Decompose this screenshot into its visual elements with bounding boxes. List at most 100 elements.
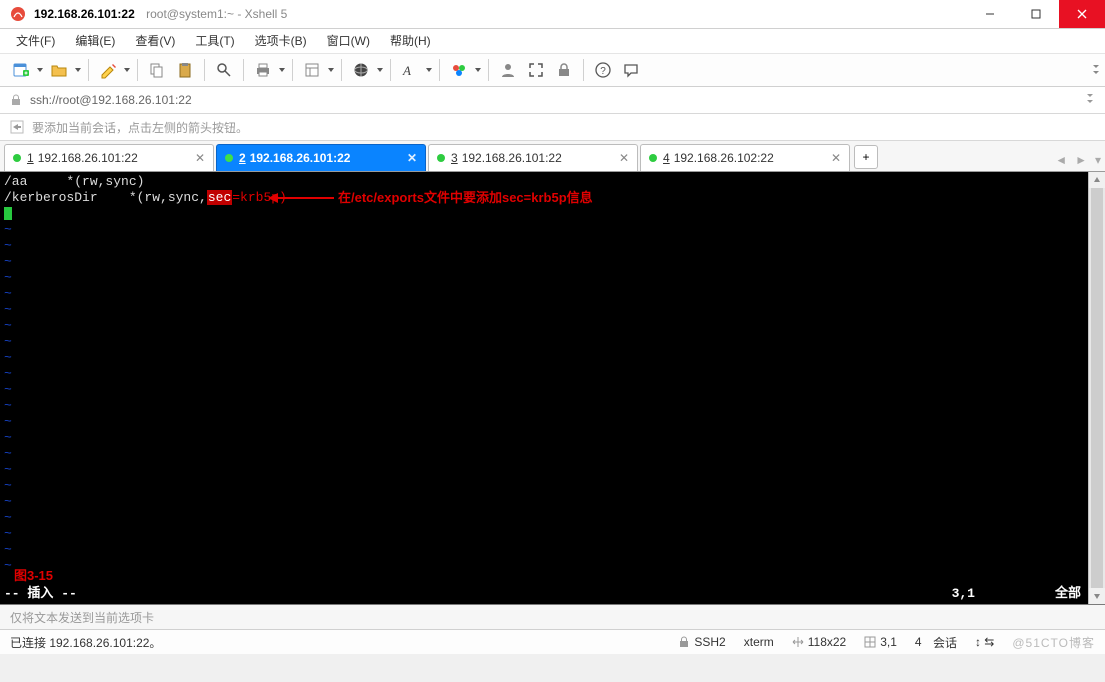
toolbar-separator xyxy=(292,59,293,81)
tab-close-button[interactable]: ✕ xyxy=(619,151,631,163)
status-up-button[interactable]: ↕ ⇆ xyxy=(975,635,994,649)
status-size: 118x22 xyxy=(792,635,846,649)
properties-dropdown[interactable] xyxy=(327,68,335,72)
properties-button[interactable] xyxy=(299,57,325,83)
address-url: ssh://root@192.168.26.101:22 xyxy=(30,93,192,107)
maximize-button[interactable] xyxy=(1013,0,1059,28)
close-button[interactable] xyxy=(1059,0,1105,28)
tilde-line: ~ xyxy=(4,558,12,573)
menu-help[interactable]: 帮助(H) xyxy=(380,29,441,53)
menu-view[interactable]: 查看(V) xyxy=(125,29,185,53)
terminal-content[interactable]: /aa *(rw,sync) /kerberosDir *(rw,sync,se… xyxy=(0,172,291,576)
terminal-view[interactable]: /aa *(rw,sync) /kerberosDir *(rw,sync,se… xyxy=(0,172,1105,605)
tab-close-button[interactable]: ✕ xyxy=(407,151,419,163)
scroll-thumb[interactable] xyxy=(1091,188,1103,588)
chat-button[interactable] xyxy=(618,57,644,83)
toolbar-separator xyxy=(439,59,440,81)
tab-label: 192.168.26.101:22 xyxy=(250,151,351,165)
tilde-line: ~ xyxy=(4,222,12,237)
svg-text:A: A xyxy=(402,63,411,78)
new-tab-button[interactable]: + xyxy=(854,145,878,169)
encoding-dropdown[interactable] xyxy=(376,68,384,72)
find-button[interactable] xyxy=(211,57,237,83)
tilde-line: ~ xyxy=(4,238,12,253)
session-tab-2[interactable]: 2 192.168.26.101:22 ✕ xyxy=(216,144,426,171)
font-dropdown[interactable] xyxy=(425,68,433,72)
menu-bar: 文件(F) 编辑(E) 查看(V) 工具(T) 选项卡(B) 窗口(W) 帮助(… xyxy=(0,29,1105,54)
scroll-down-button[interactable] xyxy=(1089,588,1105,604)
tab-label: 192.168.26.101:22 xyxy=(38,151,138,165)
tab-list-button[interactable]: ▾ xyxy=(1095,153,1101,167)
hint-bar: 要添加当前会话，点击左侧的箭头按钮。 xyxy=(0,114,1105,141)
print-button[interactable] xyxy=(250,57,276,83)
app-icon xyxy=(10,6,26,22)
color-button[interactable] xyxy=(446,57,472,83)
hint-text: 要添加当前会话，点击左侧的箭头按钮。 xyxy=(32,119,248,136)
svg-text:?: ? xyxy=(600,66,606,77)
tab-index: 3 xyxy=(451,151,458,165)
toolbar-overflow[interactable] xyxy=(1091,54,1101,86)
open-button[interactable] xyxy=(46,57,72,83)
status-sessions-label: 会话 xyxy=(933,634,957,651)
scroll-up-button[interactable] xyxy=(1089,172,1105,188)
scroll-track[interactable] xyxy=(1089,188,1105,588)
encoding-button[interactable] xyxy=(348,57,374,83)
open-dropdown[interactable] xyxy=(74,68,82,72)
figure-label: 图3-15 xyxy=(14,568,53,584)
address-bar[interactable]: ssh://root@192.168.26.101:22 xyxy=(0,87,1105,114)
session-tab-4[interactable]: 4 192.168.26.102:22 ✕ xyxy=(640,144,850,171)
tilde-line: ~ xyxy=(4,382,12,397)
status-cursor: 3,1 xyxy=(864,635,897,649)
paste-button[interactable] xyxy=(172,57,198,83)
user-button[interactable] xyxy=(495,57,521,83)
new-session-dropdown[interactable] xyxy=(36,68,44,72)
print-dropdown[interactable] xyxy=(278,68,286,72)
toolbar-separator xyxy=(390,59,391,81)
status-sessions: 4 会话 xyxy=(915,634,957,651)
tab-next-button[interactable]: ► xyxy=(1075,153,1087,167)
menu-window[interactable]: 窗口(W) xyxy=(317,29,380,53)
menu-tools[interactable]: 工具(T) xyxy=(185,29,244,53)
tab-nav: ◄ ► ▾ xyxy=(1055,153,1101,167)
scrollbar[interactable] xyxy=(1088,172,1105,604)
highlight-dropdown[interactable] xyxy=(123,68,131,72)
grid-icon xyxy=(864,636,876,648)
annotation-text: 在/etc/exports文件中要添加sec=krb5p信息 xyxy=(338,190,593,206)
hint-arrow-icon[interactable] xyxy=(10,120,24,134)
copy-button[interactable] xyxy=(144,57,170,83)
tilde-line: ~ xyxy=(4,510,12,525)
tilde-line: ~ xyxy=(4,478,12,493)
tilde-line: ~ xyxy=(4,254,12,269)
menu-file[interactable]: 文件(F) xyxy=(6,29,65,53)
toolbar-separator xyxy=(583,59,584,81)
tilde-line: ~ xyxy=(4,462,12,477)
toolbar-separator xyxy=(204,59,205,81)
send-bar[interactable]: 仅将文本发送到当前选项卡 xyxy=(0,605,1105,630)
status-dot-icon xyxy=(437,154,445,162)
vim-scope: 全部 xyxy=(1055,586,1081,602)
help-button[interactable]: ? xyxy=(590,57,616,83)
tab-close-button[interactable]: ✕ xyxy=(195,151,207,163)
address-overflow[interactable] xyxy=(1085,93,1095,108)
toolbar: A ? xyxy=(0,54,1105,87)
new-session-button[interactable] xyxy=(8,57,34,83)
menu-tabs[interactable]: 选项卡(B) xyxy=(245,29,317,53)
session-tab-1[interactable]: 1 192.168.26.101:22 ✕ xyxy=(4,144,214,171)
color-dropdown[interactable] xyxy=(474,68,482,72)
menu-edit[interactable]: 编辑(E) xyxy=(65,29,125,53)
highlight-button[interactable] xyxy=(95,57,121,83)
tilde-line: ~ xyxy=(4,270,12,285)
lock-button[interactable] xyxy=(551,57,577,83)
tilde-line: ~ xyxy=(4,446,12,461)
toolbar-separator xyxy=(341,59,342,81)
tab-label: 192.168.26.102:22 xyxy=(674,151,774,165)
minimize-button[interactable] xyxy=(967,0,1013,28)
title-ip: 192.168.26.101:22 xyxy=(34,7,135,21)
fullscreen-button[interactable] xyxy=(523,57,549,83)
font-button[interactable]: A xyxy=(397,57,423,83)
tab-prev-button[interactable]: ◄ xyxy=(1055,153,1067,167)
title-sub: root@system1:~ - Xshell 5 xyxy=(146,7,287,21)
send-bar-text: 仅将文本发送到当前选项卡 xyxy=(10,609,154,626)
tab-close-button[interactable]: ✕ xyxy=(831,151,843,163)
session-tab-3[interactable]: 3 192.168.26.101:22 ✕ xyxy=(428,144,638,171)
